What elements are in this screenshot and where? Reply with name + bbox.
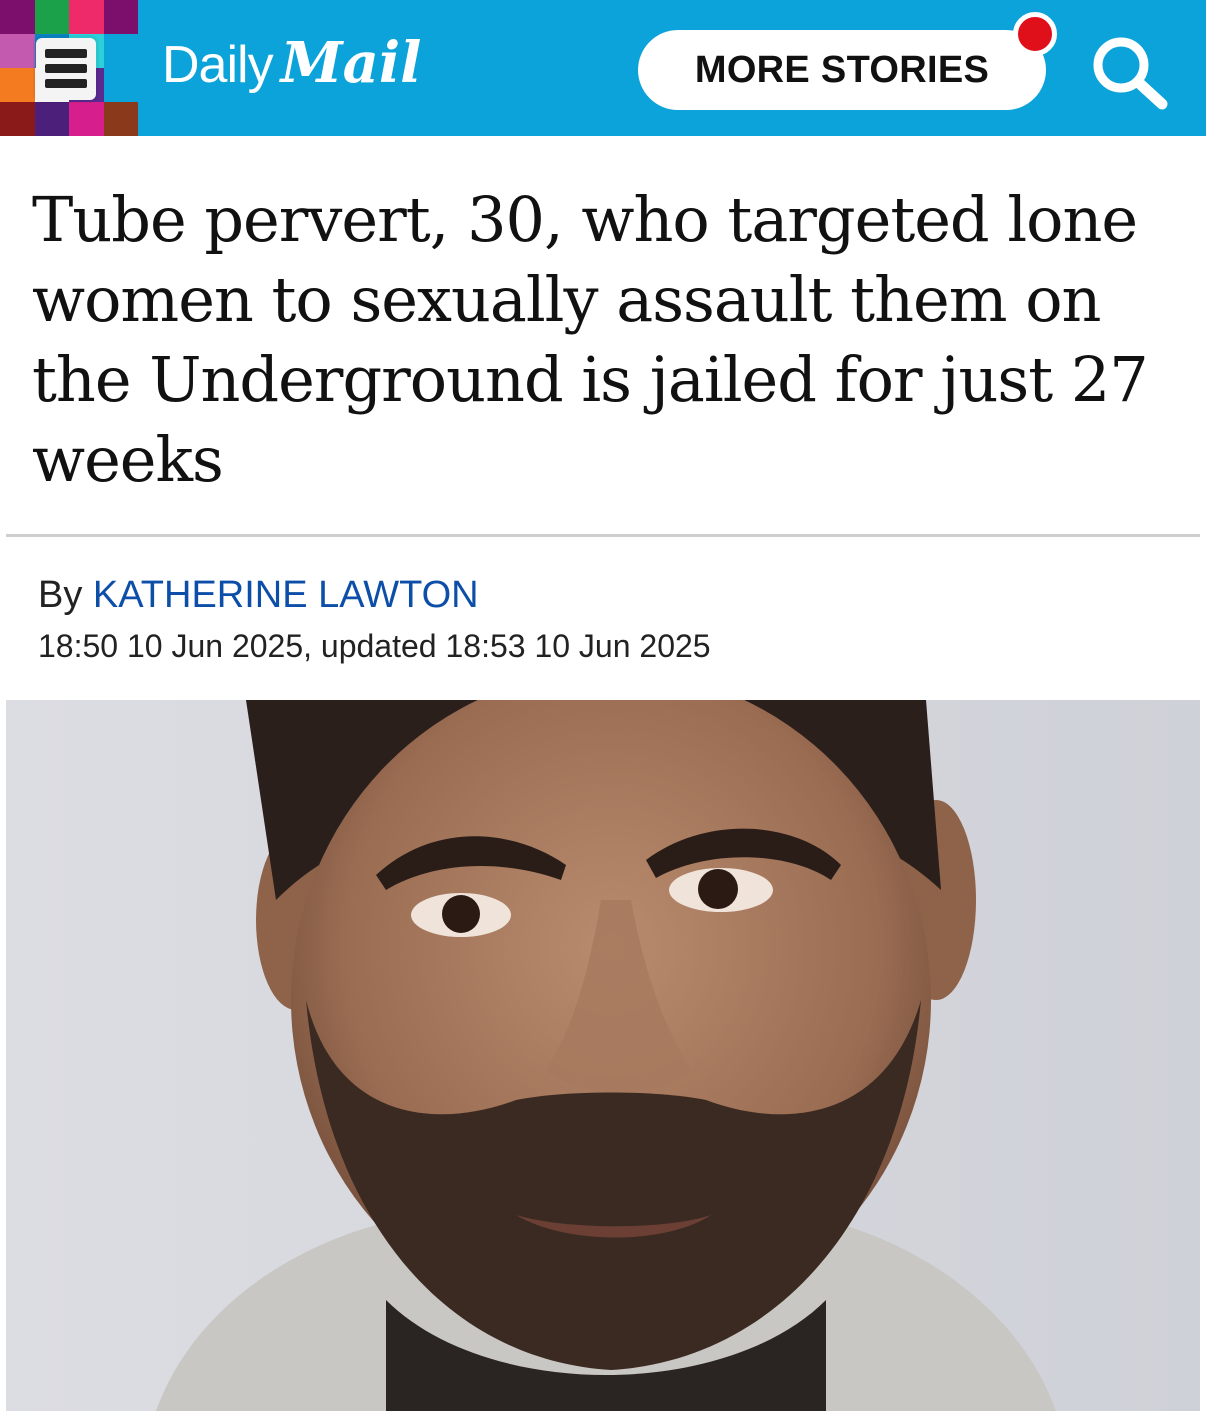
headline-divider (6, 534, 1200, 537)
logo-mail-text: Mail (280, 30, 422, 96)
mosaic-tile (103, 34, 138, 68)
top-navigation-bar: Daily Mail MORE STORIES (0, 0, 1206, 136)
mosaic-tile (103, 0, 138, 34)
article-headline: Tube pervert, 30, who targeted lone wome… (32, 183, 1149, 496)
mosaic-tile (34, 0, 69, 34)
publish-timestamp: 18:50 10 Jun 2025, updated 18:53 10 Jun … (38, 628, 711, 664)
mosaic-tile (0, 34, 35, 68)
mosaic-tile (34, 102, 69, 136)
logo-daily-text: Daily (162, 36, 274, 94)
mosaic-tile (0, 102, 35, 136)
article-lead-photo (6, 700, 1200, 1411)
mugshot-image (6, 700, 1200, 1411)
byline: By KATHERINE LAWTON (38, 574, 479, 617)
mosaic-tile (0, 68, 35, 102)
mosaic-tile (69, 0, 104, 34)
search-icon[interactable] (1088, 32, 1170, 110)
daily-mail-logo[interactable]: Daily Mail (162, 30, 421, 110)
mosaic-tile (0, 0, 35, 34)
hamburger-menu-icon[interactable] (36, 38, 96, 100)
byline-prefix: By (38, 574, 83, 616)
mosaic-tile (69, 102, 104, 136)
more-stories-button[interactable]: MORE STORIES (638, 30, 1046, 110)
mosaic-tile (103, 102, 138, 136)
author-link[interactable]: KATHERINE LAWTON (93, 574, 479, 616)
notification-dot (1013, 12, 1057, 56)
mosaic-tile (103, 68, 138, 102)
